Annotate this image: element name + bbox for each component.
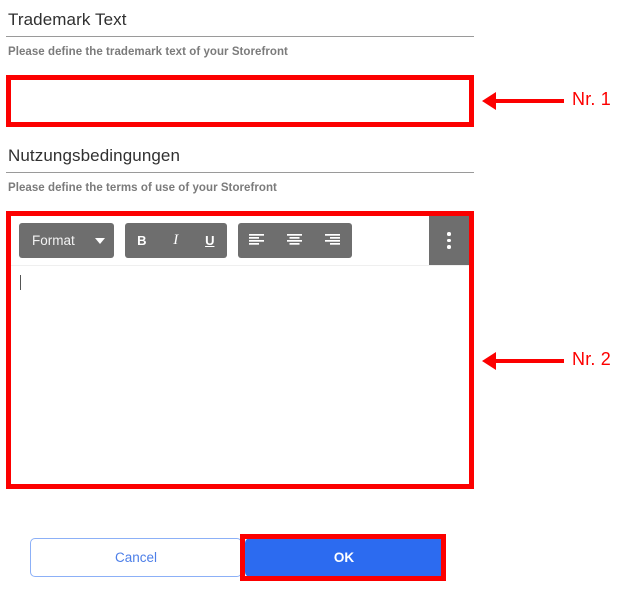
- bold-icon: B: [137, 233, 147, 248]
- align-right-icon: [325, 234, 341, 245]
- ok-button[interactable]: OK: [245, 538, 443, 577]
- format-dropdown-label: Format: [32, 233, 75, 248]
- align-center-icon: [287, 234, 303, 245]
- annotation-label-1: Nr. 1: [572, 89, 612, 109]
- trademark-text-input[interactable]: [11, 80, 469, 122]
- annotation-arrow-line-1: [496, 99, 564, 103]
- arrow-left-icon: [482, 92, 496, 110]
- annotation-label-2: Nr. 2: [572, 349, 612, 369]
- kebab-menu-icon: [447, 238, 451, 243]
- underline-icon: U: [205, 233, 215, 248]
- cancel-button-label: Cancel: [114, 550, 158, 565]
- editor-toolbar: Format B I U: [11, 216, 469, 266]
- alignment-group: [237, 223, 352, 258]
- underline-button[interactable]: U: [193, 223, 227, 258]
- align-right-button[interactable]: [314, 223, 352, 258]
- terms-section-description: Please define the terms of use of your S…: [8, 182, 277, 195]
- text-cursor: [20, 275, 21, 290]
- italic-icon: I: [173, 232, 179, 248]
- italic-button[interactable]: I: [159, 223, 193, 258]
- arrow-left-icon: [482, 352, 496, 370]
- editor-content-area[interactable]: [11, 266, 469, 484]
- kebab-menu-icon: [447, 232, 451, 236]
- terms-rich-text-editor[interactable]: Format B I U: [11, 216, 469, 484]
- align-left-button[interactable]: [238, 223, 276, 258]
- chevron-down-icon: [94, 237, 105, 244]
- annotation-arrow-line-2: [496, 359, 564, 363]
- terms-section: Nutzungsbedingungen Please define the te…: [6, 136, 474, 202]
- trademark-section-title: Trademark Text: [8, 10, 127, 29]
- overflow-menu-button[interactable]: [429, 216, 469, 265]
- settings-form-page: Trademark Text Please define the tradema…: [0, 0, 627, 592]
- cancel-button[interactable]: Cancel: [30, 538, 242, 577]
- align-center-button[interactable]: [276, 223, 314, 258]
- terms-section-title: Nutzungsbedingungen: [8, 146, 181, 165]
- format-dropdown[interactable]: Format: [19, 223, 114, 258]
- format-dropdown-group: Format: [19, 223, 114, 258]
- text-style-group: B I U: [124, 223, 227, 258]
- ok-button-label: OK: [333, 550, 355, 565]
- align-left-icon: [249, 234, 265, 245]
- trademark-section-description: Please define the trademark text of your…: [8, 46, 288, 59]
- kebab-menu-icon: [447, 245, 451, 249]
- bold-button[interactable]: B: [125, 223, 159, 258]
- trademark-section: Trademark Text Please define the tradema…: [6, 0, 474, 66]
